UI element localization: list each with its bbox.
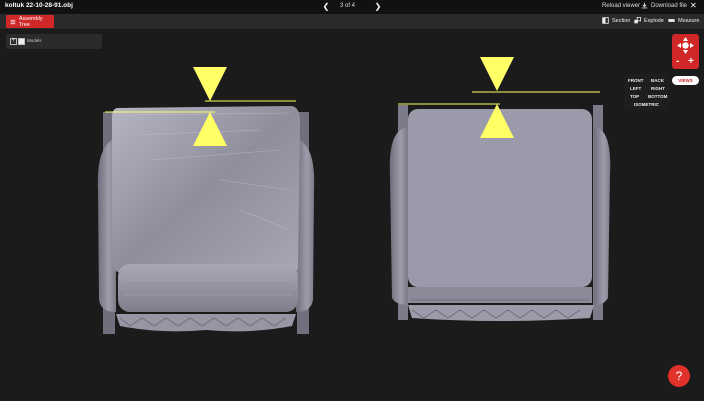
toolbar: [0, 14, 704, 29]
pan-arrows-icon[interactable]: [672, 35, 699, 57]
view-isometric[interactable]: ISOMETRIC: [634, 102, 659, 107]
chevron-left-icon: ❮: [322, 2, 330, 11]
view-right[interactable]: RIGHT: [651, 86, 665, 91]
download-icon: [641, 2, 648, 9]
page-indicator: 3 of 4: [340, 3, 356, 9]
measure-label: Measure: [678, 17, 700, 24]
ruler-icon: [668, 19, 675, 22]
explode-icon: [634, 17, 641, 24]
close-icon: ✕: [690, 1, 697, 10]
help-icon: ?: [675, 369, 683, 383]
reload-viewer-button[interactable]: Reload viewer: [602, 3, 640, 9]
file-title: koltuk 22-10-28-91.obj: [5, 2, 73, 9]
help-button[interactable]: ?: [668, 365, 690, 387]
explode-label: Explode: [644, 17, 664, 24]
views-panel: FRONT BACK LEFT RIGHT TOP BOTTOM ISOMETR…: [624, 74, 669, 110]
view-top[interactable]: TOP: [630, 94, 639, 99]
section-label: Section: [612, 17, 631, 24]
section-icon: [602, 17, 609, 24]
chevron-right-icon: ❯: [374, 2, 382, 11]
download-file-button[interactable]: Download file: [641, 2, 687, 9]
view-front[interactable]: FRONT: [628, 78, 644, 83]
navigation-compass[interactable]: - +: [672, 34, 699, 69]
close-button[interactable]: ✕: [690, 1, 697, 10]
views-button[interactable]: VIEWS: [672, 76, 699, 85]
zoom-in-button[interactable]: +: [688, 56, 694, 67]
next-file-button[interactable]: ❯: [373, 1, 383, 12]
explode-tool-button[interactable]: Explode: [634, 17, 664, 24]
view-bottom[interactable]: BOTTOM: [648, 94, 667, 99]
previous-file-button[interactable]: ❮: [321, 1, 331, 12]
assembly-tree-label: Assembly Tree: [18, 15, 43, 28]
view-back[interactable]: BACK: [651, 78, 664, 83]
assembly-tree-button[interactable]: Assembly Tree: [6, 15, 54, 28]
viewport-3d[interactable]: [0, 29, 704, 401]
section-tool-button[interactable]: Section: [602, 17, 630, 24]
zoom-out-button[interactable]: -: [676, 56, 679, 67]
download-label: Download file: [651, 2, 688, 9]
measure-tool-button[interactable]: Measure: [668, 17, 699, 24]
list-icon: [10, 19, 16, 24]
view-left[interactable]: LEFT: [630, 86, 641, 91]
